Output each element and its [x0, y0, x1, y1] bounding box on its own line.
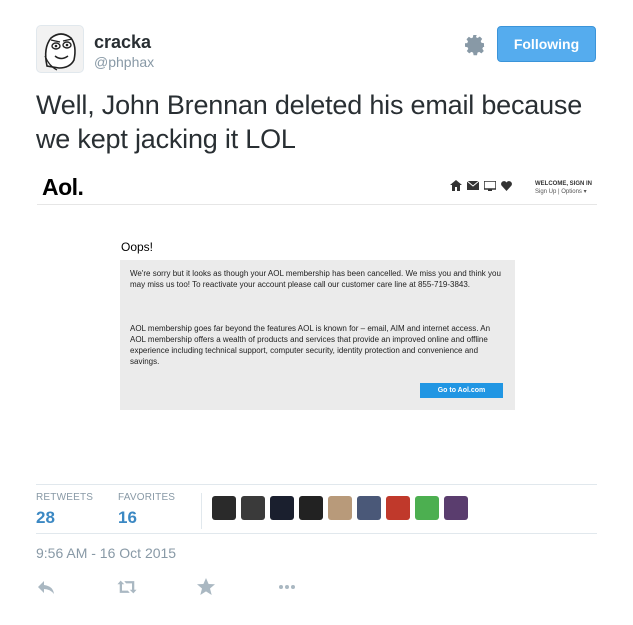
retweets-label[interactable]: RETWEETS: [36, 492, 93, 503]
favoriter-avatar[interactable]: [444, 496, 468, 520]
aol-message-paragraph-1: We're sorry but it looks as though your …: [130, 269, 501, 289]
favoriter-avatar[interactable]: [386, 496, 410, 520]
favoriter-avatar[interactable]: [415, 496, 439, 520]
stats-separator: [201, 493, 202, 529]
retweet-icon[interactable]: [117, 577, 137, 597]
favorites-label[interactable]: FAVORITES: [118, 492, 175, 503]
more-options-icon[interactable]: [277, 577, 297, 597]
favoriter-avatars: [212, 496, 468, 520]
aol-message-paragraph-2: AOL membership goes far beyond the featu…: [130, 324, 491, 366]
tweet-text: Well, John Brennan deleted his email bec…: [36, 90, 583, 154]
aol-signup-options[interactable]: Sign Up | Options ▾: [535, 188, 587, 196]
aol-oops-title: Oops!: [121, 240, 154, 254]
favoriter-avatar[interactable]: [241, 496, 265, 520]
go-to-aol-button[interactable]: Go to Aol.com: [420, 383, 503, 398]
user-handle[interactable]: @phphax: [94, 54, 154, 70]
retweets-count[interactable]: 28: [36, 508, 55, 528]
gear-icon[interactable]: [463, 33, 487, 57]
favoriter-avatar[interactable]: [270, 496, 294, 520]
tweet-timestamp[interactable]: 9:56 AM - 16 Oct 2015: [36, 545, 176, 561]
favoriter-avatar[interactable]: [357, 496, 381, 520]
aol-header-icons: [450, 180, 512, 191]
stats-top-divider: [36, 484, 597, 485]
home-icon: [450, 180, 462, 191]
rage-face-icon: [44, 33, 76, 71]
favoriter-avatar[interactable]: [299, 496, 323, 520]
user-name[interactable]: cracka: [94, 32, 151, 53]
reply-icon[interactable]: [36, 577, 56, 597]
tweet-media-image[interactable]: Aol. WELCOME, SIGN IN Sign Up | Options …: [37, 168, 597, 470]
mail-icon: [467, 181, 479, 190]
tv-icon: [484, 180, 496, 191]
favorite-star-icon[interactable]: [196, 577, 216, 597]
aol-logo: Aol.: [42, 174, 84, 200]
aol-header-divider: [37, 204, 597, 205]
heart-icon: [501, 180, 512, 191]
favoriter-avatar[interactable]: [212, 496, 236, 520]
aol-message-box: We're sorry but it looks as though your …: [120, 260, 515, 410]
aol-welcome-signin[interactable]: WELCOME, SIGN IN: [535, 180, 592, 188]
favoriter-avatar[interactable]: [328, 496, 352, 520]
stats-bottom-divider: [36, 533, 597, 534]
following-button[interactable]: Following: [497, 26, 596, 62]
favorites-count[interactable]: 16: [118, 508, 137, 528]
user-avatar[interactable]: [36, 25, 84, 73]
